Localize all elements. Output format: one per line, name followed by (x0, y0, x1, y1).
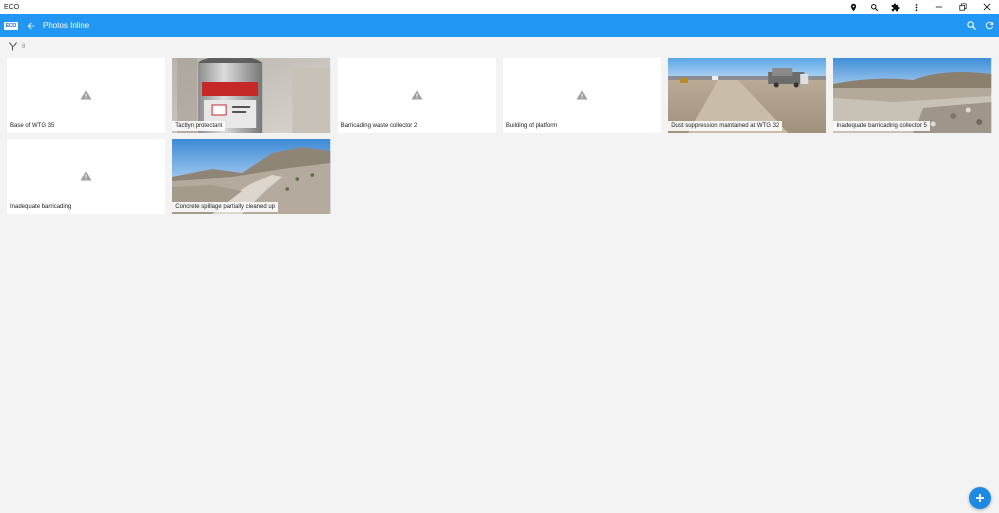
photo-caption: Inadequate barricading collector 5 (833, 121, 930, 131)
filter-row: 8 (9, 42, 25, 51)
photo-grid: Base of WTG 35 Tactlyn protectant Barric… (7, 58, 995, 214)
back-button[interactable] (24, 19, 38, 33)
warning-icon (80, 90, 92, 100)
photo-card[interactable]: Tactlyn protectant (172, 58, 331, 133)
photo-caption: Building of platform (502, 121, 561, 131)
photo-caption: Base of WTG 35 (7, 121, 58, 131)
more-vertical-icon[interactable] (906, 0, 927, 14)
filter-icon[interactable] (9, 42, 17, 51)
filter-count: 8 (22, 43, 26, 50)
photo-caption: Tactlyn protectant (172, 121, 226, 131)
search-icon[interactable] (864, 0, 885, 14)
search-icon[interactable] (965, 20, 977, 32)
app-logo-text: ECO (5, 22, 17, 29)
window-title-bar: ECO (0, 0, 999, 14)
page-title: Photos Inline (43, 21, 90, 30)
app-bar: ECO Photos Inline (0, 14, 999, 37)
window-title: ECO (4, 3, 20, 11)
photo-card[interactable]: Concrete spillage partially cleaned up (172, 139, 331, 214)
photo-card[interactable]: Inadequate barricading (7, 139, 166, 214)
photo-caption: Barricading waste collector 2 (337, 121, 421, 131)
photo-caption: Inadequate barricading (7, 202, 75, 212)
photo-caption: Concrete spillage partially cleaned up (172, 202, 279, 212)
arrow-left-icon (27, 22, 35, 29)
add-photo-button[interactable] (969, 487, 991, 509)
warning-icon (411, 90, 423, 100)
puzzle-icon[interactable] (885, 0, 906, 14)
warning-icon (80, 171, 92, 181)
app-logo: ECO (4, 21, 18, 30)
app-bar-actions (965, 14, 995, 37)
photo-card[interactable]: Inadequate barricading collector 5 (833, 58, 992, 133)
refresh-icon[interactable] (983, 20, 995, 32)
close-icon[interactable] (975, 0, 999, 14)
photo-card[interactable]: Building of platform (502, 58, 662, 133)
plus-icon (976, 494, 984, 502)
photo-card[interactable]: Dust suppression maintained at WTG 32 (668, 58, 827, 133)
window-toolbar (843, 0, 999, 14)
restore-icon[interactable] (951, 0, 975, 14)
warning-icon (576, 90, 588, 100)
photo-caption: Dust suppression maintained at WTG 32 (668, 121, 783, 131)
location-pin-icon[interactable] (843, 0, 864, 14)
photo-card[interactable]: Barricading waste collector 2 (337, 58, 496, 133)
photo-card[interactable]: Base of WTG 35 (7, 58, 166, 133)
minimize-icon[interactable] (927, 0, 951, 14)
